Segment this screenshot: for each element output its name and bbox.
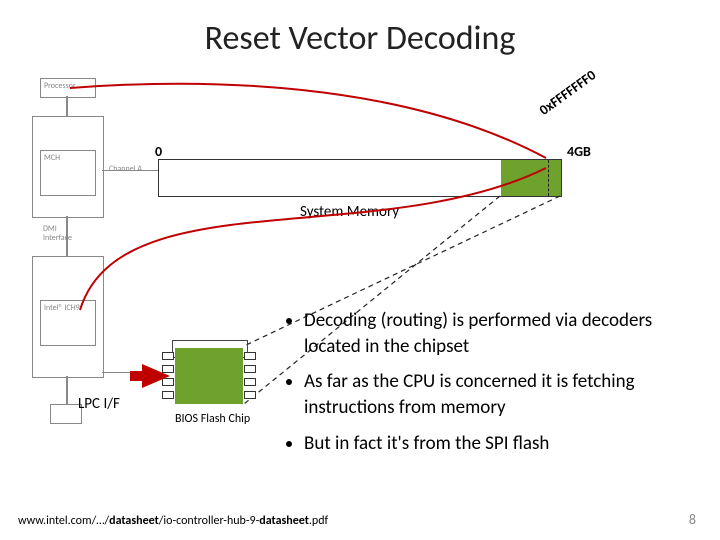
memory-bar [158, 159, 562, 197]
bullet-item: Decoding (routing) is performed via deco… [304, 308, 690, 359]
mch-box: MCH [40, 150, 96, 196]
bullet-item: As far as the CPU is concerned it is fet… [304, 369, 690, 420]
chip-pin [162, 352, 174, 360]
lpc-label: LPC I/F [78, 395, 120, 413]
ich-box: Intel® ICH9 [40, 300, 96, 346]
mch-label: MCH [41, 151, 95, 166]
mem-top-label: 4GB [567, 143, 591, 160]
system-memory-label: System Memory [300, 203, 399, 221]
chip-pin [244, 391, 256, 399]
reset-vector-address: 0xFFFFFFF0 [536, 66, 599, 118]
mem-zero-label: 0 [155, 143, 162, 160]
footer-citation: www.intel.com/…/datasheet/io-controller-… [18, 514, 328, 528]
chip-pin [162, 391, 174, 399]
connector [66, 96, 68, 116]
chip-pin [244, 352, 256, 360]
bullet-list: Decoding (routing) is performed via deco… [280, 308, 690, 466]
bios-flash-chip [175, 348, 243, 404]
connector [66, 216, 68, 256]
chip-pin [244, 378, 256, 386]
slide-title: Reset Vector Decoding [0, 18, 720, 59]
ich-label: Intel® ICH9 [41, 301, 95, 316]
page-number: 8 [689, 511, 696, 528]
connector [66, 376, 68, 404]
cpu-label: Processor [41, 79, 95, 94]
bios-chip-label: BIOS Flash Chip [175, 412, 250, 426]
cpu-box: Processor [40, 78, 96, 98]
chip-pin [244, 365, 256, 373]
dmi-label: DMI Interface [40, 222, 76, 246]
memory-top-region [501, 160, 561, 196]
channel-line [102, 170, 158, 171]
bullet-item: But in fact it's from the SPI flash [304, 431, 690, 457]
lpc-to-flash-arrow [142, 364, 170, 388]
reset-vector-marker [548, 160, 549, 196]
